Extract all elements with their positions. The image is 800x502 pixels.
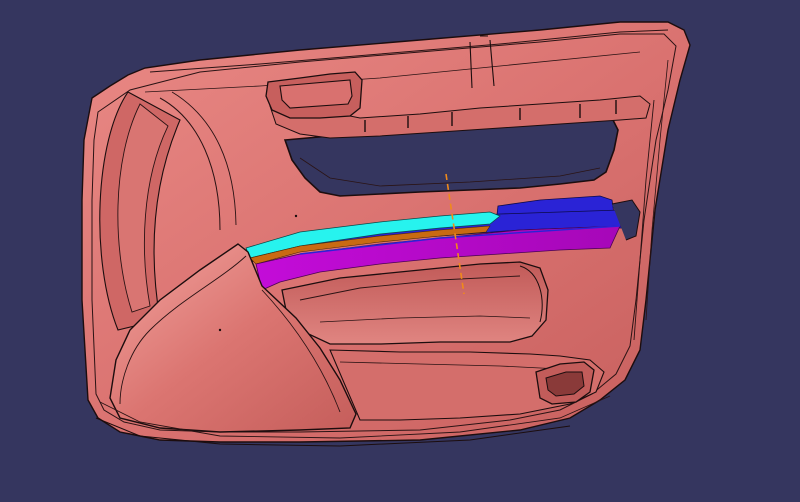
door-panel-model[interactable] <box>0 0 800 502</box>
3d-viewport[interactable] <box>0 0 800 502</box>
pin-mark <box>218 328 222 332</box>
pin-mark <box>294 214 298 218</box>
